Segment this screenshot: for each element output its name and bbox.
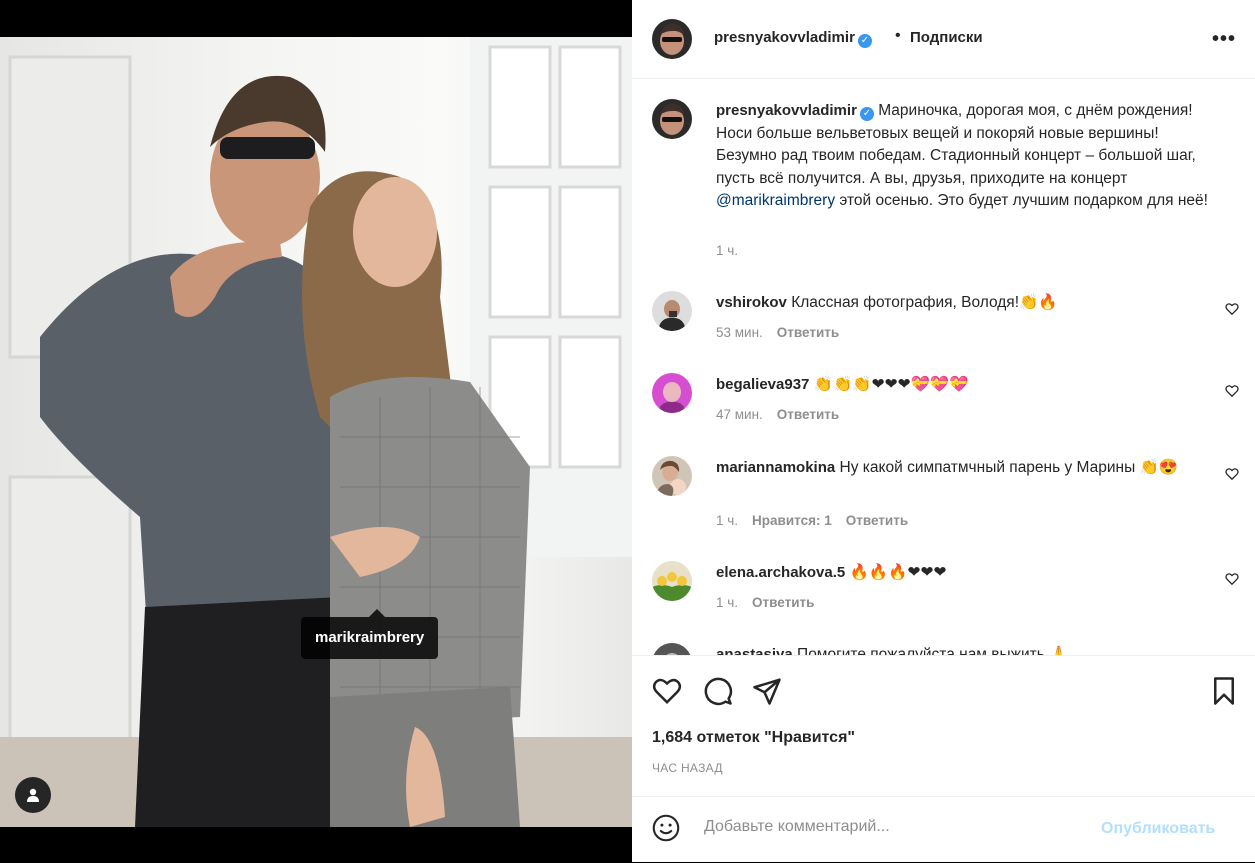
photo-tag-tooltip[interactable]: marikraimbrery (301, 609, 439, 659)
comment-body: mariannamokina Ну какой симпатмчный паре… (716, 456, 1196, 480)
caption-mention-link[interactable]: @marikraimbrery (716, 192, 835, 209)
comment-text: Помогите пожалуйста нам выжить 🙏 (797, 646, 1069, 656)
commenter-avatar[interactable] (652, 643, 692, 655)
post-actions-bar (632, 676, 1255, 710)
comment-text: Ну какой симпатмчный парень у Марины 👏😍 (839, 459, 1179, 476)
author-avatar-image (652, 19, 692, 59)
comment-body: begalieva937 👏👏👏❤❤❤💝💝💝 (716, 373, 1196, 397)
commenter-username[interactable]: anastasiya (716, 646, 793, 655)
post-photo-pane: marikraimbrery (0, 0, 632, 862)
reply-button[interactable]: Ответить (752, 595, 814, 610)
commenter-avatar-image (652, 291, 692, 331)
commenter-username[interactable]: elena.archakova.5 (716, 564, 845, 581)
comment-time: 47 мин. (716, 407, 763, 422)
share-icon[interactable] (752, 676, 782, 706)
commenter-avatar[interactable] (652, 456, 692, 496)
comment-meta: 1 ч. Нравится: 1 Ответить (716, 513, 908, 528)
comment-icon[interactable] (703, 676, 733, 706)
commenter-avatar[interactable] (652, 291, 692, 331)
verified-icon: ✓ (859, 107, 874, 121)
commenter-avatar-image (652, 643, 692, 655)
commenter-avatar-image (652, 561, 692, 601)
reply-button[interactable]: Ответить (777, 407, 839, 422)
heart-icon[interactable] (652, 676, 682, 706)
comment-text: 🔥🔥🔥❤❤❤ (849, 564, 947, 581)
comment-like-heart-icon[interactable] (1225, 467, 1239, 481)
add-comment-bar: Опубликовать (632, 796, 1255, 863)
reply-button[interactable]: Ответить (846, 513, 908, 528)
post-header: presnyakovvladimir ✓ • Подписки ••• (632, 0, 1255, 79)
comment-meta: 53 мин. Ответить (716, 325, 839, 340)
author-username: presnyakovvladimir (714, 29, 855, 46)
comment-time: 53 мин. (716, 325, 763, 340)
bookmark-icon[interactable] (1209, 676, 1239, 706)
caption-username[interactable]: presnyakovvladimir (716, 102, 857, 119)
likes-count[interactable]: 1,684 отметок "Нравится" (652, 729, 855, 747)
commenter-username[interactable]: vshirokov (716, 294, 787, 311)
comment-input[interactable] (702, 817, 1066, 837)
follow-status-button[interactable]: Подписки (910, 29, 983, 46)
caption-time: 1 ч. (716, 243, 739, 258)
commenter-avatar-image (652, 456, 692, 496)
caption-text-end: этой осенью. Это будет лучшим подарком д… (835, 192, 1208, 210)
comment-body: vshirokov Классная фотография, Володя!👏🔥 (716, 291, 1196, 315)
comment-text: 👏👏👏❤❤❤💝💝💝 (813, 376, 969, 393)
reply-button[interactable]: Ответить (777, 325, 839, 340)
comment-like-heart-icon[interactable] (1225, 572, 1239, 586)
user-tag-button[interactable] (15, 777, 51, 813)
comment-body: anastasiya Помогите пожалуйста нам выжит… (716, 643, 1196, 656)
more-icon[interactable]: ••• (1212, 28, 1236, 51)
commenter-avatar[interactable] (652, 561, 692, 601)
comment-body: elena.archakova.5 🔥🔥🔥❤❤❤ (716, 561, 1196, 585)
comments-scroll-area[interactable]: presnyakovvladimir ✓ Мариночка, дорогая м… (632, 79, 1255, 656)
post-time-ago[interactable]: ЧАС НАЗАД (652, 761, 723, 775)
publish-button[interactable]: Опубликовать (1101, 820, 1215, 838)
commenter-avatar-image (652, 373, 692, 413)
caption-avatar-image (652, 99, 692, 139)
verified-icon: ✓ (857, 34, 872, 48)
comment-time: 1 ч. (716, 513, 739, 528)
comment-like-heart-icon[interactable] (1225, 384, 1239, 398)
commenter-username[interactable]: mariannamokina (716, 459, 835, 476)
user-tag-icon (27, 788, 39, 802)
photo-illustration (0, 37, 632, 827)
post-caption: presnyakovvladimir ✓ Мариночка, дорогая м… (716, 100, 1216, 213)
comment-meta: 1 ч. Ответить (716, 595, 814, 610)
author-avatar[interactable] (652, 19, 692, 59)
comment-like-heart-icon[interactable] (1225, 302, 1239, 316)
comment-time: 1 ч. (716, 595, 739, 610)
emoji-icon[interactable] (652, 814, 680, 842)
post-photo[interactable] (0, 37, 632, 827)
comment-likes-count[interactable]: Нравится: 1 (752, 513, 832, 528)
post-side-panel: presnyakovvladimir ✓ • Подписки ••• presn… (632, 0, 1255, 862)
separator-dot: • (895, 27, 901, 44)
commenter-avatar[interactable] (652, 373, 692, 413)
comment-meta: 47 мин. Ответить (716, 407, 839, 422)
commenter-username[interactable]: begalieva937 (716, 376, 809, 393)
caption-author-avatar[interactable] (652, 99, 692, 139)
comment-text: Классная фотография, Володя!👏🔥 (791, 294, 1058, 311)
author-name-link[interactable]: presnyakovvladimir ✓ (714, 29, 872, 48)
